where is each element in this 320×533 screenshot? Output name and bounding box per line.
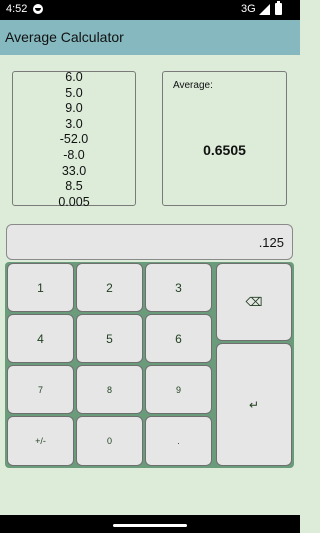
home-gesture-handle[interactable] <box>113 524 187 527</box>
app-title: Average Calculator <box>5 29 124 45</box>
numbers-list-panel[interactable]: 6.0 5.0 9.0 3.0 -52.0 -8.0 33.0 8.5 0.00… <box>12 70 136 209</box>
battery-icon <box>275 1 282 15</box>
plus-minus-button[interactable]: +/- <box>7 416 74 466</box>
key-3-button[interactable]: 3 <box>145 263 212 312</box>
enter-button[interactable]: ↵ <box>216 343 292 466</box>
number-item: -8.0 <box>63 147 85 162</box>
number-item: -52.0 <box>59 132 89 147</box>
key-0-button[interactable]: 0 <box>76 416 143 466</box>
backspace-button[interactable]: ⌫ <box>216 263 292 341</box>
key-7-button[interactable]: 7 <box>7 365 74 414</box>
key-1-button[interactable]: 1 <box>7 263 74 312</box>
key-4-button[interactable]: 4 <box>7 314 74 363</box>
notification-app-icon <box>33 4 43 14</box>
backspace-icon: ⌫ <box>245 295 263 309</box>
number-item: 8.5 <box>65 179 83 194</box>
network-type: 3G <box>241 3 256 15</box>
key-8-button[interactable]: 8 <box>76 365 143 414</box>
number-item: 5.0 <box>65 85 83 100</box>
key-2-button[interactable]: 2 <box>76 263 143 312</box>
number-item: 3.0 <box>65 116 83 131</box>
keypad: 1 2 3 ⌫ 4 5 6 7 8 9 ↵ +/- 0 . <box>5 262 294 468</box>
signal-icon <box>259 4 270 15</box>
key-6-button[interactable]: 6 <box>145 314 212 363</box>
input-display[interactable]: .125 <box>6 224 293 260</box>
key-9-button[interactable]: 9 <box>145 365 212 414</box>
enter-icon: ↵ <box>248 397 260 412</box>
number-item: 6.0 <box>65 70 83 84</box>
status-time: 4:52 <box>6 3 28 15</box>
average-panel: Average: 0.6505 <box>162 71 287 206</box>
decimal-point-button[interactable]: . <box>145 416 212 466</box>
number-item: 0.005 <box>58 194 90 209</box>
key-5-button[interactable]: 5 <box>76 314 143 363</box>
average-label: Average: <box>173 80 213 91</box>
input-display-value: .125 <box>258 235 284 250</box>
status-bar: 4:52 3G <box>0 0 300 20</box>
app-title-bar: Average Calculator <box>0 20 300 55</box>
number-item: 33.0 <box>61 163 87 178</box>
navigation-bar <box>0 515 300 533</box>
average-value: 0.6505 <box>203 142 246 158</box>
number-item: 9.0 <box>65 101 83 116</box>
